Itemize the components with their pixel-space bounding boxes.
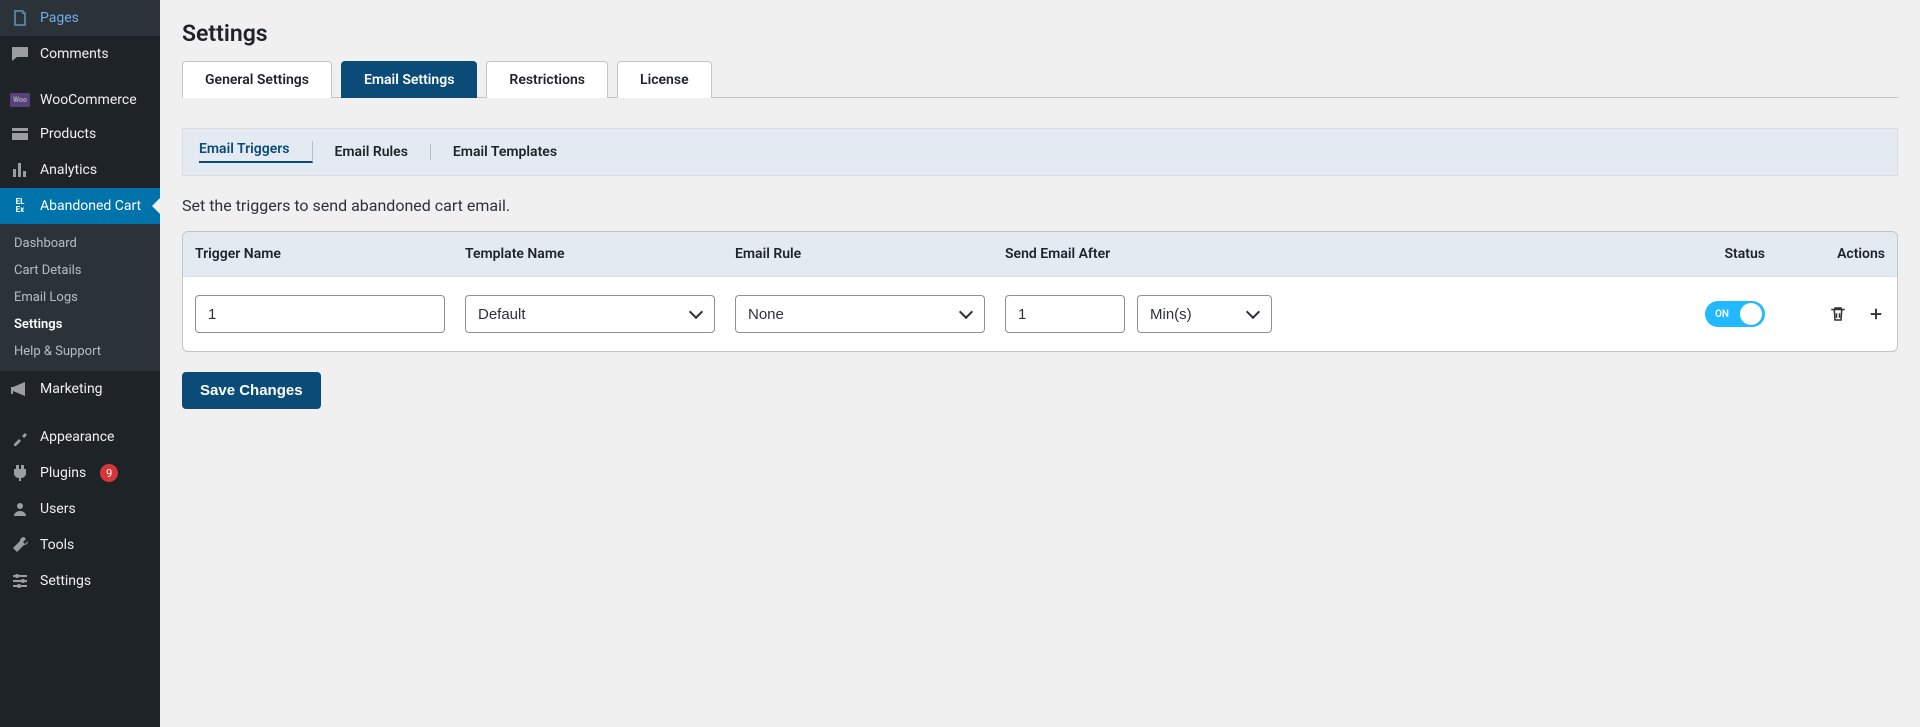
col-header-email-rule: Email Rule bbox=[735, 246, 1005, 262]
sidebar-item-label: WooCommerce bbox=[40, 92, 137, 108]
email-rule-select[interactable]: None bbox=[735, 295, 985, 333]
users-icon bbox=[10, 499, 30, 519]
sidebar-item-label: Analytics bbox=[40, 162, 97, 178]
sidebar-item-users[interactable]: Users bbox=[0, 491, 160, 527]
analytics-icon bbox=[10, 160, 30, 180]
cell-trigger-name bbox=[195, 295, 465, 333]
sidebar-item-label: Tools bbox=[40, 537, 74, 553]
submenu-email-logs[interactable]: Email Logs bbox=[0, 284, 160, 311]
send-after-unit-select[interactable]: Min(s) bbox=[1137, 295, 1272, 333]
table-row: Default None Min(s) bbox=[183, 277, 1897, 351]
tab-email-settings[interactable]: Email Settings bbox=[341, 61, 477, 98]
page-title: Settings bbox=[182, 20, 1898, 47]
sidebar-item-label: Users bbox=[40, 501, 76, 517]
submenu-settings[interactable]: Settings bbox=[0, 311, 160, 338]
toggle-on-label: ON bbox=[1715, 309, 1729, 320]
cell-template: Default bbox=[465, 295, 735, 333]
comments-icon bbox=[10, 44, 30, 64]
col-header-status: Status bbox=[1305, 246, 1795, 262]
plus-icon bbox=[1867, 305, 1885, 323]
sidebar-item-products[interactable]: Products bbox=[0, 116, 160, 152]
sidebar-item-settings[interactable]: Settings bbox=[0, 563, 160, 599]
subtab-email-triggers[interactable]: Email Triggers bbox=[199, 141, 313, 163]
admin-sidebar: Pages Comments Woo WooCommerce Products … bbox=[0, 0, 160, 727]
plugins-badge: 9 bbox=[100, 464, 118, 482]
sidebar-item-label: Products bbox=[40, 126, 96, 142]
woo-icon: Woo bbox=[10, 93, 30, 107]
sidebar-item-abandoned-cart[interactable]: ELEx Abandoned Cart bbox=[0, 188, 160, 224]
sidebar-item-label: Abandoned Cart bbox=[40, 198, 141, 214]
sidebar-item-tools[interactable]: Tools bbox=[0, 527, 160, 563]
sidebar-item-pages[interactable]: Pages bbox=[0, 0, 160, 36]
appearance-icon bbox=[10, 427, 30, 447]
sidebar-item-label: Plugins bbox=[40, 465, 86, 481]
sidebar-item-label: Pages bbox=[40, 10, 79, 26]
send-after-value-input[interactable] bbox=[1005, 295, 1125, 333]
col-header-template-name: Template Name bbox=[465, 246, 735, 262]
trash-icon bbox=[1829, 305, 1847, 323]
marketing-icon bbox=[10, 379, 30, 399]
submenu-cart-details[interactable]: Cart Details bbox=[0, 257, 160, 284]
primary-tabs: General Settings Email Settings Restrict… bbox=[182, 61, 1898, 98]
cell-send-after: Min(s) bbox=[1005, 295, 1305, 333]
col-header-actions: Actions bbox=[1795, 246, 1885, 262]
add-trigger-button[interactable] bbox=[1867, 305, 1885, 323]
sidebar-item-marketing[interactable]: Marketing bbox=[0, 371, 160, 407]
tools-icon bbox=[10, 535, 30, 555]
sub-tabs: Email Triggers Email Rules Email Templat… bbox=[182, 128, 1898, 176]
trigger-name-input[interactable] bbox=[195, 295, 445, 333]
sidebar-item-comments[interactable]: Comments bbox=[0, 36, 160, 72]
sidebar-item-label: Marketing bbox=[40, 381, 103, 397]
submenu-dashboard[interactable]: Dashboard bbox=[0, 230, 160, 257]
subtab-email-rules[interactable]: Email Rules bbox=[313, 144, 431, 160]
table-header-row: Trigger Name Template Name Email Rule Se… bbox=[183, 232, 1897, 277]
cell-status: ON bbox=[1305, 301, 1795, 327]
tab-license[interactable]: License bbox=[617, 61, 712, 98]
toggle-knob bbox=[1740, 303, 1762, 325]
elex-icon: ELEx bbox=[10, 196, 30, 216]
col-header-send-after: Send Email After bbox=[1005, 246, 1305, 262]
main-content: Settings General Settings Email Settings… bbox=[160, 0, 1920, 727]
settings-icon bbox=[10, 571, 30, 591]
pages-icon bbox=[10, 8, 30, 28]
section-description: Set the triggers to send abandoned cart … bbox=[182, 196, 1898, 215]
sidebar-item-label: Settings bbox=[40, 573, 91, 589]
triggers-table: Trigger Name Template Name Email Rule Se… bbox=[182, 231, 1898, 352]
sidebar-item-plugins[interactable]: Plugins 9 bbox=[0, 455, 160, 491]
template-select[interactable]: Default bbox=[465, 295, 715, 333]
sidebar-item-appearance[interactable]: Appearance bbox=[0, 419, 160, 455]
status-toggle[interactable]: ON bbox=[1705, 301, 1765, 327]
sidebar-item-label: Appearance bbox=[40, 429, 114, 445]
sidebar-item-label: Comments bbox=[40, 46, 109, 62]
products-icon bbox=[10, 124, 30, 144]
delete-trigger-button[interactable] bbox=[1829, 305, 1847, 323]
tab-general-settings[interactable]: General Settings bbox=[182, 61, 332, 98]
sidebar-item-analytics[interactable]: Analytics bbox=[0, 152, 160, 188]
cell-actions bbox=[1795, 305, 1885, 323]
sidebar-item-woocommerce[interactable]: Woo WooCommerce bbox=[0, 84, 160, 116]
sidebar-submenu: Dashboard Cart Details Email Logs Settin… bbox=[0, 224, 160, 371]
cell-rule: None bbox=[735, 295, 1005, 333]
tab-restrictions[interactable]: Restrictions bbox=[486, 61, 608, 98]
plugins-icon bbox=[10, 463, 30, 483]
save-changes-button[interactable]: Save Changes bbox=[182, 372, 321, 409]
col-header-trigger-name: Trigger Name bbox=[195, 246, 465, 262]
submenu-help-support[interactable]: Help & Support bbox=[0, 338, 160, 365]
subtab-email-templates[interactable]: Email Templates bbox=[431, 144, 579, 160]
